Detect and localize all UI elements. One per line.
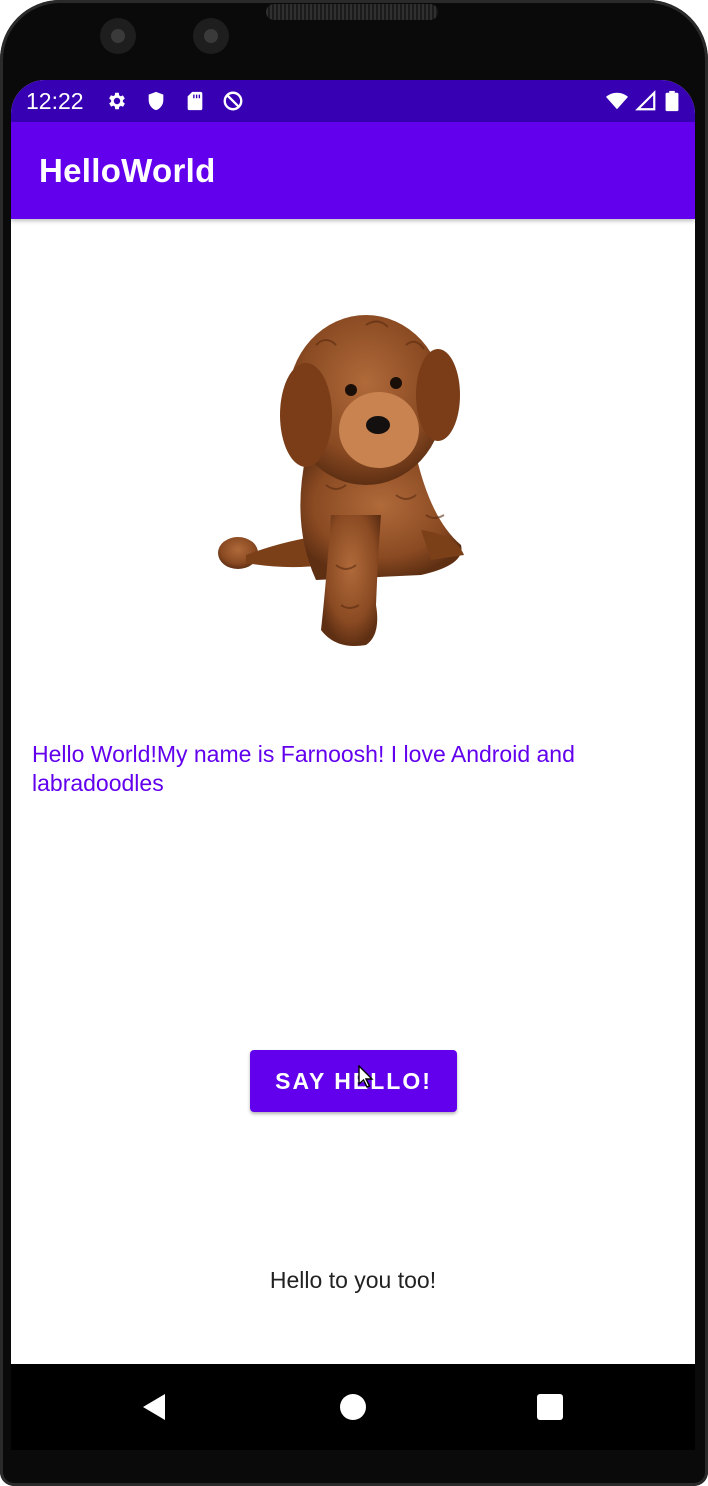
navigation-bar (11, 1364, 695, 1450)
device-screen: 12:22 HelloWorld Hello World!My name is … (11, 80, 695, 1364)
back-icon[interactable] (140, 1392, 168, 1422)
say-hello-button[interactable]: SAY HELLO! (250, 1050, 457, 1112)
front-camera-icon (100, 18, 136, 54)
gear-icon (109, 92, 125, 110)
earpiece-speaker (266, 4, 438, 20)
app-bar: HelloWorld (11, 122, 695, 219)
app-title: HelloWorld (39, 152, 216, 189)
shield-icon (148, 91, 164, 111)
cellular-signal-icon (635, 90, 656, 111)
battery-icon (665, 90, 679, 112)
wifi-icon (606, 92, 628, 110)
dog-image (218, 315, 464, 646)
status-bar: 12:22 (11, 80, 695, 122)
home-icon[interactable] (339, 1393, 367, 1421)
intro-text: Hello World!My name is Farnoosh! I love … (32, 741, 575, 796)
sd-card-icon (187, 91, 203, 111)
recents-icon[interactable] (537, 1394, 563, 1420)
reply-text: Hello to you too! (269, 1267, 437, 1293)
front-sensor-icon (193, 18, 229, 54)
status-time: 12:22 (26, 88, 84, 114)
mouse-pointer-icon (358, 1065, 374, 1088)
sync-disabled-icon (223, 91, 243, 111)
